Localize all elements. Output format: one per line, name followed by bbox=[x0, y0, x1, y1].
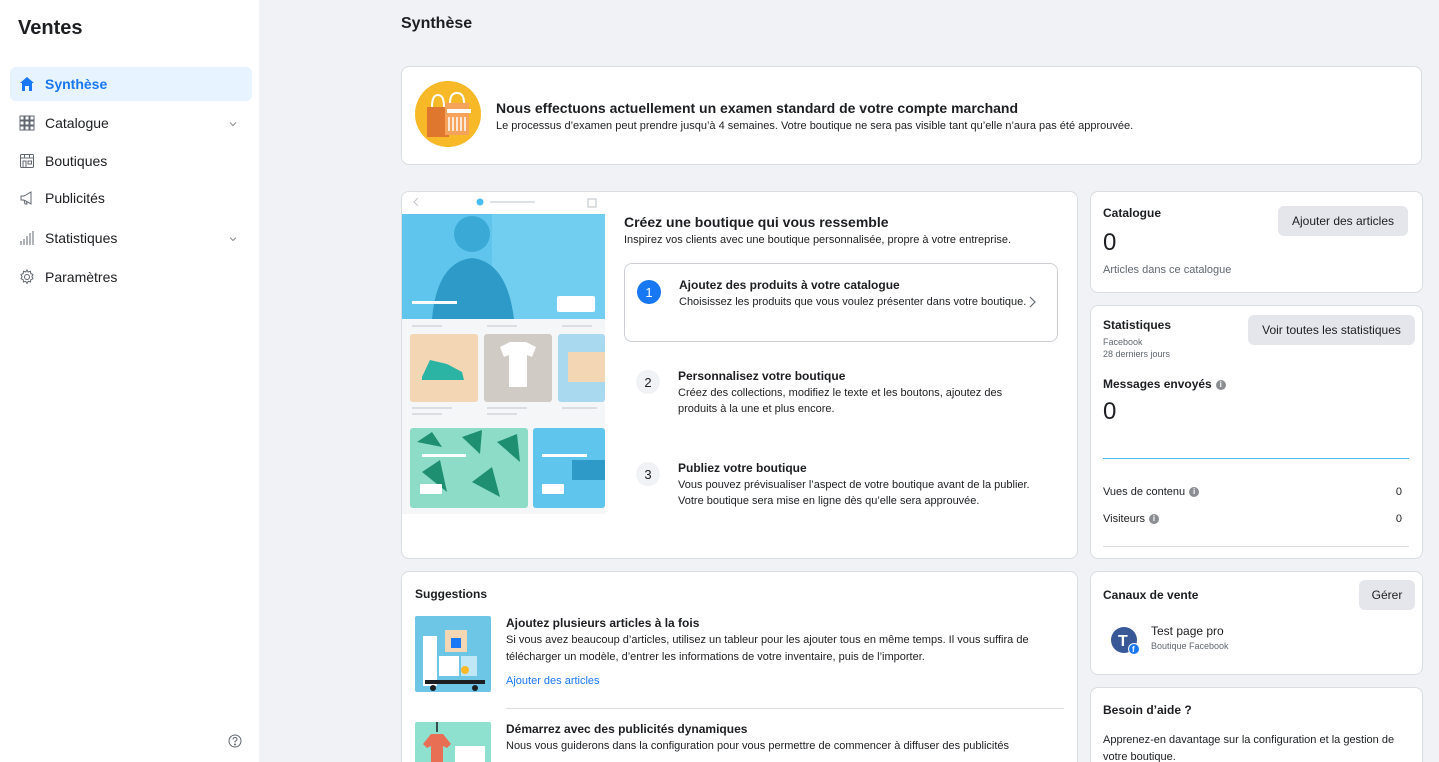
banner-title: Nous effectuons actuellement un examen s… bbox=[496, 100, 1019, 116]
sidebar-item-synthese[interactable]: Synthèse bbox=[10, 67, 252, 101]
chevron-right-icon bbox=[1027, 295, 1037, 312]
messages-sent-label: Messages envoyés i bbox=[1103, 377, 1226, 391]
catalogue-caption: Articles dans ce catalogue bbox=[1103, 264, 1232, 276]
step-title: Publiez votre boutique bbox=[678, 461, 807, 475]
page-shop-type: Boutique Facebook bbox=[1151, 641, 1229, 651]
sidebar-item-parametres[interactable]: Paramètres bbox=[10, 260, 252, 294]
stat-row-content-views: Vues de contenu i 0 bbox=[1103, 486, 1402, 498]
info-icon[interactable]: i bbox=[1148, 514, 1159, 525]
svg-text:f: f bbox=[1132, 645, 1135, 653]
setup-step-3[interactable]: 3 Publiez votre boutique Vous pouvez pré… bbox=[624, 461, 1058, 521]
sales-channels-card: Canaux de vente Gérer T f Test page pro … bbox=[1090, 571, 1423, 675]
suggestion-title: Démarrez avec des publicités dynamiques bbox=[506, 722, 748, 736]
step-text: Choisissez les produits que vous voulez … bbox=[679, 296, 1027, 308]
statistics-card: Statistiques Facebook 28 derniers jours … bbox=[1090, 305, 1423, 559]
home-icon bbox=[18, 75, 36, 93]
step-title: Personnalisez votre boutique bbox=[678, 369, 846, 383]
sidebar-item-label: Statistiques bbox=[45, 230, 118, 246]
shop-setup-card: Créez une boutique qui vous ressemble In… bbox=[401, 191, 1078, 559]
sidebar-item-catalogue[interactable]: Catalogue bbox=[10, 106, 252, 140]
catalogue-card: Catalogue 0 Articles dans ce catalogue A… bbox=[1090, 191, 1423, 293]
review-banner: Nous effectuons actuellement un examen s… bbox=[401, 66, 1422, 165]
sidebar: Ventes Synthèse Catalogue Boutiques Publ… bbox=[0, 0, 259, 762]
help-icon[interactable] bbox=[228, 734, 242, 751]
setup-step-2[interactable]: 2 Personnalisez votre boutique Créez des… bbox=[624, 369, 1058, 429]
help-card: Besoin d’aide ? Apprenez-en davantage su… bbox=[1090, 687, 1423, 762]
bar-chart-icon bbox=[18, 229, 36, 247]
suggestion-title: Ajoutez plusieurs articles à la fois bbox=[506, 616, 700, 630]
facebook-icon: f bbox=[1128, 643, 1140, 655]
megaphone-icon bbox=[18, 189, 36, 207]
info-icon[interactable]: i bbox=[1189, 487, 1200, 498]
page-avatar[interactable]: T f bbox=[1111, 627, 1140, 655]
sidebar-item-label: Boutiques bbox=[45, 153, 108, 169]
step-text: Vous pouvez prévisualiser l’aspect de vo… bbox=[678, 479, 1030, 507]
suggestions-card: Suggestions Ajoutez plusieurs articles à… bbox=[401, 571, 1078, 762]
setup-title: Créez une boutique qui vous ressemble bbox=[624, 214, 889, 230]
step-text: Créez des collections, modifiez le texte… bbox=[678, 387, 1003, 415]
suggestions-title: Suggestions bbox=[415, 587, 488, 601]
gear-icon bbox=[18, 268, 36, 286]
chevron-down-icon bbox=[228, 116, 238, 132]
view-all-stats-button[interactable]: Voir toutes les statistiques bbox=[1248, 315, 1415, 345]
setup-subtitle: Inspirez vos clients avec une boutique p… bbox=[624, 234, 1012, 246]
storefront-icon bbox=[18, 152, 36, 170]
statistics-period: 28 derniers jours bbox=[1103, 349, 1171, 359]
sidebar-item-boutiques[interactable]: Boutiques bbox=[10, 144, 252, 178]
page-title: Synthèse bbox=[401, 15, 473, 32]
banner-text: Le processus d’examen peut prendre jusqu… bbox=[496, 120, 1134, 132]
messages-sent-value: 0 bbox=[1103, 398, 1117, 425]
help-text: Apprenez-en davantage sur la configurati… bbox=[1103, 734, 1395, 762]
catalogue-title: Catalogue bbox=[1103, 206, 1162, 220]
grid-icon bbox=[18, 114, 36, 132]
add-articles-link[interactable]: Ajouter des articles bbox=[506, 673, 600, 690]
sidebar-item-label: Paramètres bbox=[45, 269, 118, 285]
svg-text:T: T bbox=[1118, 633, 1128, 650]
sidebar-title: Ventes bbox=[18, 17, 83, 39]
stats-chart-line bbox=[1103, 458, 1409, 459]
sidebar-item-label: Publicités bbox=[45, 190, 105, 206]
manage-button[interactable]: Gérer bbox=[1359, 580, 1415, 610]
dynamic-ads-illustration bbox=[415, 722, 491, 762]
step-title: Ajoutez des produits à votre catalogue bbox=[679, 278, 900, 292]
chevron-down-icon bbox=[228, 231, 238, 247]
help-title: Besoin d’aide ? bbox=[1103, 703, 1192, 717]
shopping-bag-icon bbox=[415, 81, 481, 147]
sidebar-item-label: Synthèse bbox=[45, 76, 108, 92]
divider bbox=[506, 708, 1064, 709]
statistics-source: Facebook bbox=[1103, 337, 1143, 347]
sidebar-item-label: Catalogue bbox=[45, 115, 109, 131]
suggestion-text: Nous vous guiderons dans la configuratio… bbox=[506, 740, 1010, 752]
stat-row-visitors: Visiteurs i 0 bbox=[1103, 513, 1402, 525]
main-content: Synthèse Nous effectuons actuellement un… bbox=[259, 0, 1439, 762]
step-number: 3 bbox=[636, 462, 660, 486]
catalogue-count: 0 bbox=[1103, 229, 1117, 256]
step-number: 1 bbox=[637, 280, 661, 304]
shop-preview-illustration bbox=[402, 192, 605, 514]
divider bbox=[1103, 546, 1409, 547]
statistics-title: Statistiques bbox=[1103, 318, 1172, 332]
step-number: 2 bbox=[636, 370, 660, 394]
info-icon[interactable]: i bbox=[1215, 379, 1226, 390]
suggestion-text: Si vous avez beaucoup d’articles, utilis… bbox=[506, 634, 1029, 663]
sales-channels-title: Canaux de vente bbox=[1103, 588, 1199, 602]
sidebar-item-publicites[interactable]: Publicités bbox=[10, 181, 252, 215]
add-articles-button[interactable]: Ajouter des articles bbox=[1278, 206, 1408, 236]
setup-step-1[interactable]: 1 Ajoutez des produits à votre catalogue… bbox=[624, 263, 1058, 342]
page-name[interactable]: Test page pro bbox=[1151, 624, 1224, 638]
bulk-upload-illustration bbox=[415, 616, 491, 692]
sidebar-item-statistiques[interactable]: Statistiques bbox=[10, 221, 252, 255]
